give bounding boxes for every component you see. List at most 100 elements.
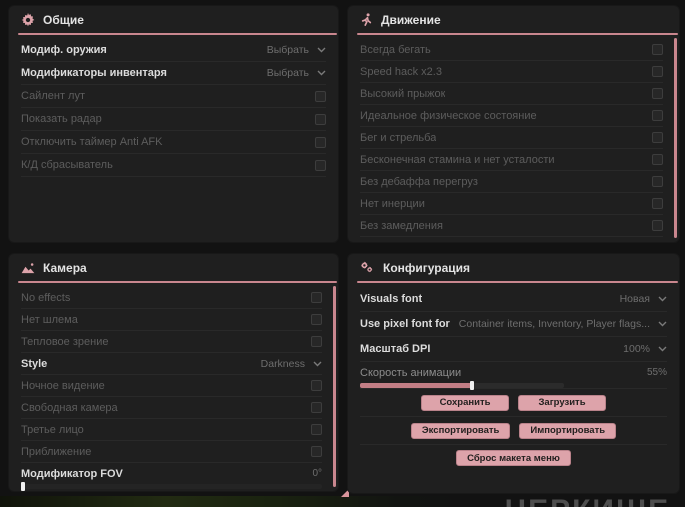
gear-icon: [21, 12, 35, 27]
setting-label: No effects: [21, 291, 71, 304]
zoom-checkbox[interactable]: [311, 446, 322, 457]
slider-handle[interactable]: [470, 381, 474, 390]
row-infinite-stamina: Бесконечная стамина и нет усталости: [360, 149, 663, 171]
pixel-font-dropdown[interactable]: Container items, Inventory, Player flags…: [459, 318, 667, 330]
no-inertia-checkbox[interactable]: [652, 198, 663, 209]
row-dpi-scale: Масштаб DPI 100%: [360, 337, 667, 362]
button-row-export-import: Экспортировать Импортировать: [360, 417, 667, 445]
chevron-down-icon: [658, 321, 667, 327]
gears-icon: [360, 261, 375, 275]
load-button[interactable]: Загрузить: [518, 394, 606, 411]
setting-label: Speed hack x2.3: [360, 65, 442, 78]
high-jump-checkbox[interactable]: [652, 88, 663, 99]
scrollbar[interactable]: [333, 286, 336, 487]
panel-camera-header[interactable]: Камера: [9, 254, 338, 281]
game-background-grass: [0, 496, 470, 507]
chevron-down-icon: [317, 47, 326, 53]
setting-label: Ночное видение: [21, 379, 105, 392]
dpi-scale-dropdown[interactable]: 100%: [623, 343, 667, 355]
save-button[interactable]: Сохранить: [421, 394, 509, 411]
row-perfect-condition: Идеальное физическое состояние: [360, 105, 663, 127]
panel-movement-header[interactable]: Движение: [348, 6, 679, 33]
style-dropdown[interactable]: Darkness: [261, 358, 322, 370]
setting-label: Нет шлема: [21, 313, 78, 326]
dropdown-value: Новая: [619, 293, 650, 305]
panel-title: Камера: [43, 260, 87, 275]
weapon-mod-dropdown[interactable]: Выбрать: [267, 44, 326, 56]
row-no-effects: No effects: [21, 287, 322, 309]
setting-label: Скорость анимации: [360, 366, 462, 379]
no-helmet-checkbox[interactable]: [311, 314, 322, 325]
setting-label: Style: [21, 357, 48, 370]
row-animation-speed: Скорость анимации 55%: [360, 362, 667, 390]
row-kd-reset: К/Д сбрасыватель: [21, 154, 326, 177]
dropdown-value: Выбрать: [266, 44, 309, 56]
export-button[interactable]: Экспортировать: [410, 422, 511, 439]
dropdown-value: Container items, Inventory, Player flags…: [458, 318, 650, 330]
animation-speed-slider[interactable]: [360, 381, 564, 390]
anti-afk-checkbox[interactable]: [315, 136, 326, 148]
panel-config-header[interactable]: Конфигурация: [348, 254, 679, 281]
setting-label: Приближение: [21, 445, 92, 458]
thermal-vision-checkbox[interactable]: [311, 336, 322, 347]
scrollbar[interactable]: [674, 38, 677, 238]
slider-fill: [360, 383, 473, 388]
visuals-font-dropdown[interactable]: Новая: [620, 293, 667, 305]
button-row-save-load: Сохранить Загрузить: [360, 389, 667, 417]
setting-label: Без замедления: [360, 219, 443, 232]
row-speed-hack: Speed hack x2.3: [360, 61, 663, 83]
setting-label: Модификаторы инвентаря: [21, 67, 167, 79]
panel-camera: Камера No effects Нет шлема Тепловое зре…: [8, 253, 339, 492]
chevron-down-icon: [658, 296, 667, 302]
setting-label: Модификатор FOV: [21, 467, 123, 480]
setting-label: Высокий прыжок: [360, 87, 446, 100]
setting-label: Отключить таймер Anti AFK: [21, 136, 163, 148]
setting-label: Use pixel font for: [360, 318, 450, 330]
chevron-down-icon: [658, 346, 667, 352]
slider-value: 55%: [646, 367, 667, 378]
row-no-slowdown: Без замедления: [360, 215, 663, 237]
row-visuals-font: Visuals font Новая: [360, 287, 667, 312]
third-person-checkbox[interactable]: [311, 424, 322, 435]
panel-config: Конфигурация Visuals font Новая Use pixe…: [347, 253, 680, 494]
import-button[interactable]: Импортировать: [519, 422, 617, 439]
inventory-mods-dropdown[interactable]: Выбрать: [267, 67, 326, 79]
row-thermal-vision: Тепловое зрение: [21, 331, 322, 353]
setting-label: Всегда бегать: [360, 43, 431, 56]
infinite-stamina-checkbox[interactable]: [652, 154, 663, 165]
no-slowdown-checkbox[interactable]: [652, 220, 663, 231]
panel-title: Общие: [43, 12, 84, 27]
setting-label: Visuals font: [360, 293, 423, 305]
button-row-reset: Сброс макета меню: [360, 445, 667, 471]
row-free-camera: Свободная камера: [21, 397, 322, 419]
setting-label: Третье лицо: [21, 423, 84, 436]
kd-reset-checkbox[interactable]: [315, 159, 326, 171]
row-no-inertia: Нет инерции: [360, 193, 663, 215]
speed-hack-checkbox[interactable]: [652, 66, 663, 77]
slider-handle[interactable]: [21, 482, 25, 491]
row-always-run: Всегда бегать: [360, 39, 663, 61]
row-inventory-mods: Модификаторы инвентаря Выбрать: [21, 62, 326, 85]
image-icon: [21, 262, 35, 274]
chevron-down-icon: [317, 70, 326, 76]
run-and-shoot-checkbox[interactable]: [652, 132, 663, 143]
row-anti-afk: Отключить таймер Anti AFK: [21, 131, 326, 154]
no-overload-checkbox[interactable]: [652, 176, 663, 187]
row-style: Style Darkness: [21, 353, 322, 375]
row-no-helmet: Нет шлема: [21, 309, 322, 331]
show-radar-checkbox[interactable]: [315, 113, 326, 125]
silent-loot-checkbox[interactable]: [315, 90, 326, 102]
perfect-condition-checkbox[interactable]: [652, 110, 663, 121]
night-vision-checkbox[interactable]: [311, 380, 322, 391]
setting-label: Свободная камера: [21, 401, 118, 414]
row-silent-loot: Сайлент лут: [21, 85, 326, 108]
no-effects-checkbox[interactable]: [311, 292, 322, 303]
always-run-checkbox[interactable]: [652, 44, 663, 55]
reset-menu-layout-button[interactable]: Сброс макета меню: [456, 450, 571, 466]
free-camera-checkbox[interactable]: [311, 402, 322, 413]
setting-label: Сайлент лут: [21, 90, 85, 102]
fov-slider[interactable]: [21, 482, 322, 491]
panel-general-header[interactable]: Общие: [9, 6, 338, 33]
setting-label: Модиф. оружия: [21, 44, 107, 56]
dropdown-value: Выбрать: [266, 67, 309, 79]
